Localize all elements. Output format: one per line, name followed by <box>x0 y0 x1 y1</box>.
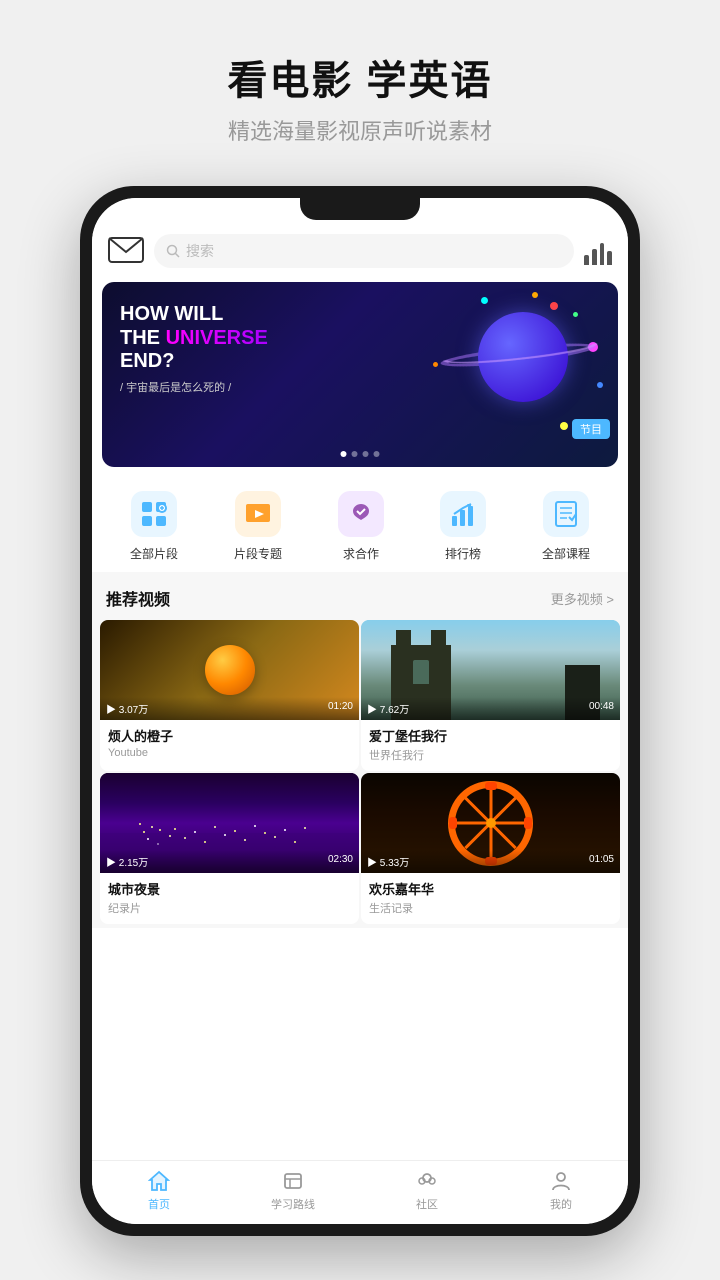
mine-icon <box>549 1169 573 1193</box>
recommend-title: 推荐视频 <box>106 586 170 610</box>
categories: 全部片段 片段专题 <box>92 473 628 572</box>
video-meta-3: ▶ 2.15万 02:30 <box>100 850 359 873</box>
banner-dot-1 <box>341 451 347 457</box>
page-title: 看电影 学英语 <box>0 48 720 106</box>
clip-topics-icon <box>235 491 281 537</box>
cat-all-courses-label: 全部课程 <box>542 545 590 562</box>
nav-mine-label: 我的 <box>550 1196 572 1212</box>
video-duration-1: 01:20 <box>328 701 353 716</box>
learning-icon <box>281 1169 305 1193</box>
cat-rankings[interactable]: 排行榜 <box>440 491 486 562</box>
video-duration-2: 00:48 <box>589 701 614 716</box>
nav-learning-label: 学习路线 <box>271 1196 315 1212</box>
banner[interactable]: HOW WILL THE UNIVERSE END? / 宇宙最后是怎么死的 / <box>102 282 618 467</box>
search-bar[interactable]: 搜索 <box>154 234 574 268</box>
banner-subtitle: / 宇宙最后是怎么死的 / <box>120 379 268 395</box>
phone-frame: 搜索 HOW WILL THE UNIVERSE END? / 宇宙最后是怎么 <box>80 186 640 1236</box>
video-title-4: 欢乐嘉年华 <box>369 879 612 898</box>
video-views-1: ▶ 3.07万 <box>106 701 148 716</box>
banner-tag: 节目 <box>572 419 610 439</box>
cat-collaborate[interactable]: 求合作 <box>338 491 384 562</box>
video-title-2: 爱丁堡任我行 <box>369 726 612 745</box>
banner-dot-4 <box>374 451 380 457</box>
video-info-2: 爱丁堡任我行 世界任我行 <box>361 720 620 771</box>
cat-all-courses[interactable]: 全部课程 <box>542 491 590 562</box>
banner-dots <box>341 451 380 457</box>
video-info-4: 欢乐嘉年华 生活记录 <box>361 873 620 924</box>
video-thumb-1: ▶ 3.07万 01:20 <box>100 620 359 720</box>
video-duration-3: 02:30 <box>328 854 353 869</box>
video-title-1: 烦人的橙子 <box>108 726 351 745</box>
page-header: 看电影 学英语 精选海量影视原声听说素材 <box>0 0 720 166</box>
nav-home[interactable]: 首页 <box>92 1169 226 1212</box>
cat-rankings-label: 排行榜 <box>445 545 481 562</box>
scroll-content[interactable]: HOW WILL THE UNIVERSE END? / 宇宙最后是怎么死的 / <box>92 276 628 1160</box>
search-icon <box>166 244 180 258</box>
video-source-4: 生活记录 <box>369 900 612 916</box>
banner-decoration <box>398 282 618 467</box>
nav-community-label: 社区 <box>416 1196 438 1212</box>
orange-decoration <box>205 645 255 695</box>
video-source-3: 纪录片 <box>108 900 351 916</box>
cat-collaborate-label: 求合作 <box>343 545 379 562</box>
banner-line1: HOW WILL <box>120 302 268 326</box>
cat-all-clips[interactable]: 全部片段 <box>130 491 178 562</box>
video-card-2[interactable]: ▶ 7.62万 00:48 爱丁堡任我行 世界任我行 <box>361 620 620 771</box>
nav-home-label: 首页 <box>148 1196 170 1212</box>
collaborate-icon <box>338 491 384 537</box>
banner-text: HOW WILL THE UNIVERSE END? / 宇宙最后是怎么死的 / <box>120 302 268 395</box>
phone-screen: 搜索 HOW WILL THE UNIVERSE END? / 宇宙最后是怎么 <box>92 198 628 1224</box>
video-card-3[interactable]: ▶ 2.15万 02:30 城市夜景 纪录片 <box>100 773 359 924</box>
video-info-1: 烦人的橙子 Youtube <box>100 720 359 767</box>
nav-learning[interactable]: 学习路线 <box>226 1169 360 1212</box>
video-duration-4: 01:05 <box>589 854 614 869</box>
phone-notch <box>300 198 420 220</box>
nav-community[interactable]: 社区 <box>360 1169 494 1212</box>
banner-line3: END? <box>120 350 268 373</box>
search-placeholder: 搜索 <box>186 241 214 261</box>
top-nav: 搜索 <box>92 226 628 276</box>
banner-dot-2 <box>352 451 358 457</box>
video-meta-2: ▶ 7.62万 00:48 <box>361 697 620 720</box>
recommend-section-header: 推荐视频 更多视频 > <box>92 572 628 620</box>
video-source-2: 世界任我行 <box>369 747 612 763</box>
video-views-3: ▶ 2.15万 <box>106 854 148 869</box>
all-courses-icon <box>543 491 589 537</box>
video-title-3: 城市夜景 <box>108 879 351 898</box>
video-card-4[interactable]: ▶ 5.33万 01:05 欢乐嘉年华 生活记录 <box>361 773 620 924</box>
cat-all-clips-label: 全部片段 <box>130 545 178 562</box>
page-subtitle: 精选海量影视原声听说素材 <box>0 114 720 146</box>
all-clips-icon <box>131 491 177 537</box>
banner-dot-3 <box>363 451 369 457</box>
home-icon <box>147 1169 171 1193</box>
video-info-3: 城市夜景 纪录片 <box>100 873 359 924</box>
cat-clip-topics-label: 片段专题 <box>234 545 282 562</box>
recommend-more[interactable]: 更多视频 > <box>551 589 614 608</box>
video-meta-4: ▶ 5.33万 01:05 <box>361 850 620 873</box>
community-icon <box>415 1169 439 1193</box>
video-views-4: ▶ 5.33万 <box>367 854 409 869</box>
video-meta-1: ▶ 3.07万 01:20 <box>100 697 359 720</box>
video-card-1[interactable]: ▶ 3.07万 01:20 烦人的橙子 Youtube <box>100 620 359 771</box>
cat-clip-topics[interactable]: 片段专题 <box>234 491 282 562</box>
video-views-2: ▶ 7.62万 <box>367 701 409 716</box>
mail-icon[interactable] <box>108 237 144 265</box>
video-thumb-4: ▶ 5.33万 01:05 <box>361 773 620 873</box>
banner-line2: THE UNIVERSE <box>120 326 268 350</box>
video-thumb-3: ▶ 2.15万 02:30 <box>100 773 359 873</box>
bottom-nav: 首页 学习路线 <box>92 1160 628 1224</box>
rankings-icon <box>440 491 486 537</box>
stats-icon[interactable] <box>584 237 612 265</box>
video-grid: ▶ 3.07万 01:20 烦人的橙子 Youtube <box>92 620 628 928</box>
video-source-1: Youtube <box>108 747 351 759</box>
nav-mine[interactable]: 我的 <box>494 1169 628 1212</box>
video-thumb-2: ▶ 7.62万 00:48 <box>361 620 620 720</box>
